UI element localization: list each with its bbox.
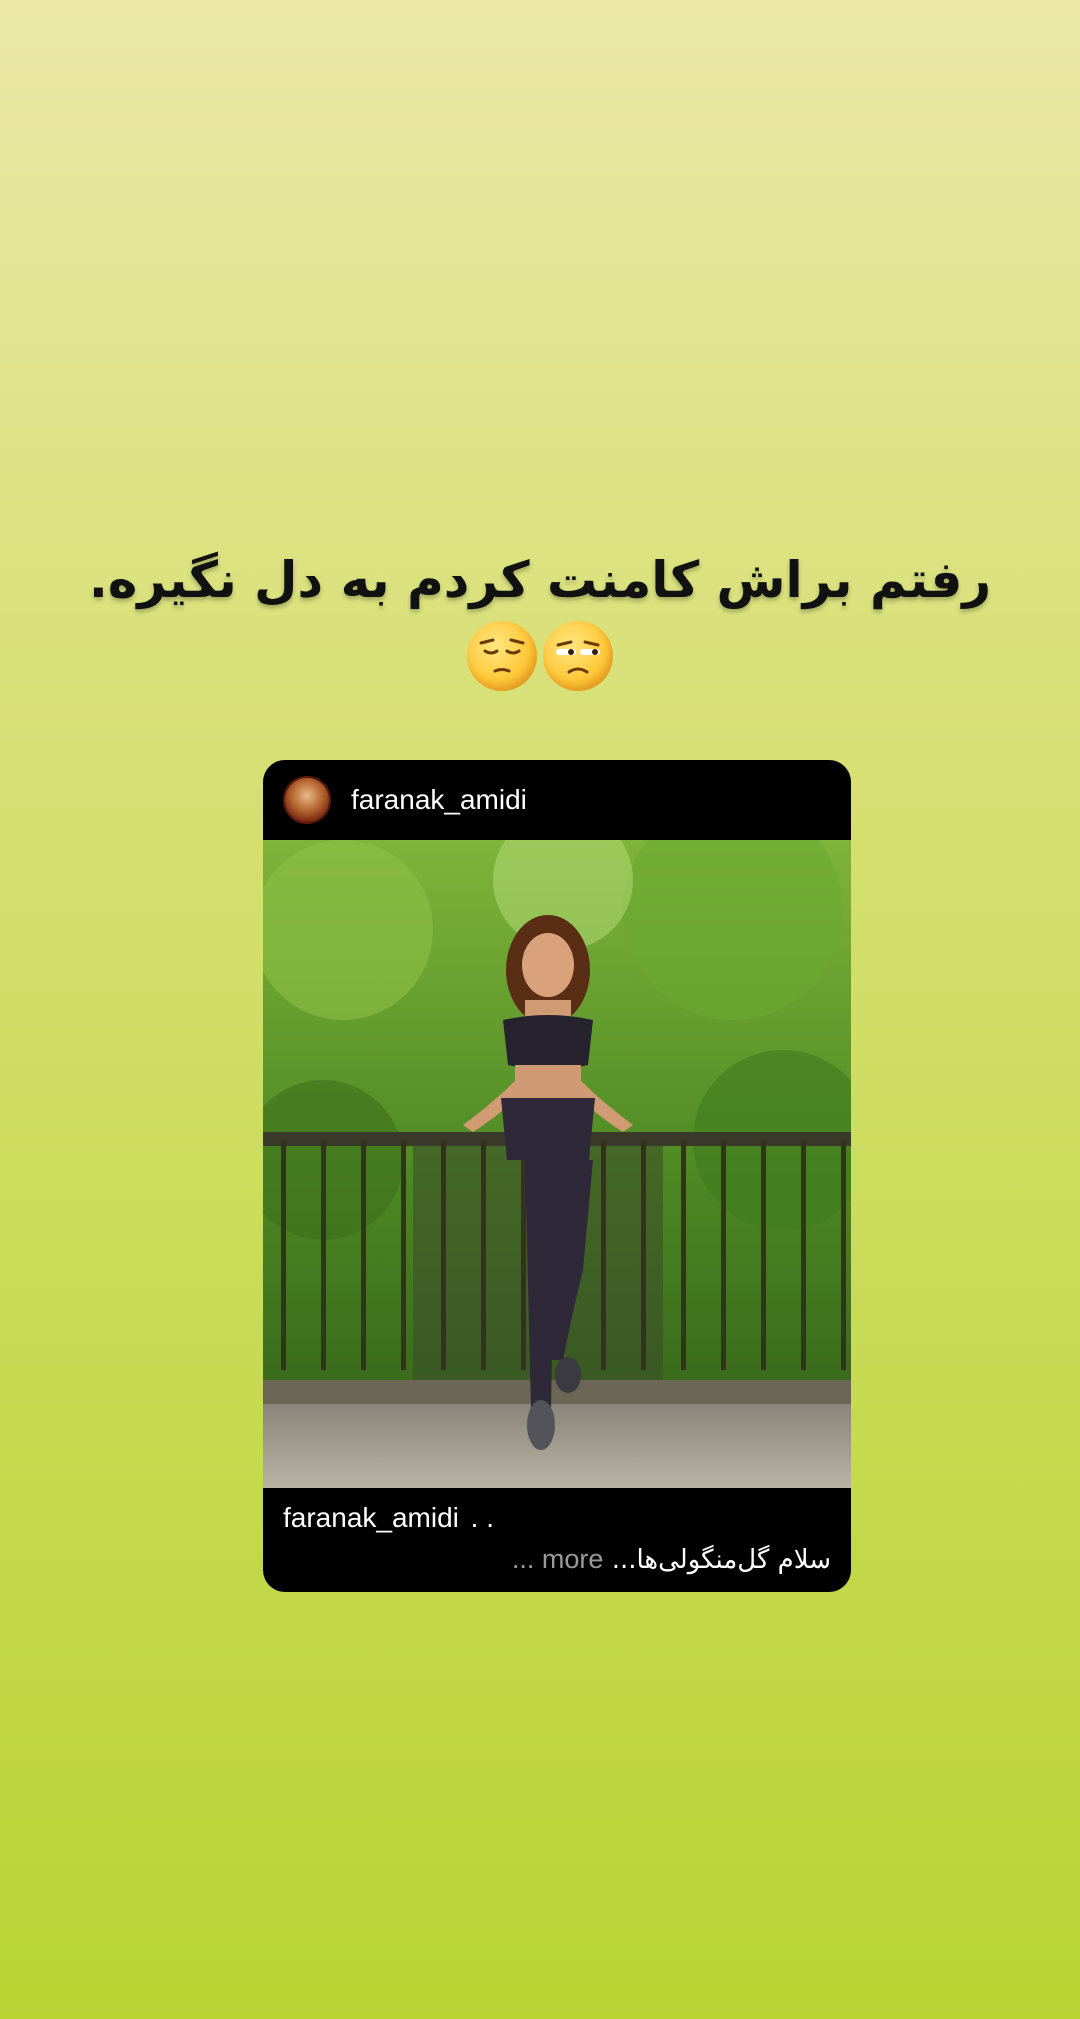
footer-username-line[interactable]: faranak_amidi . . — [283, 1502, 494, 1534]
footer-username[interactable]: faranak_amidi — [283, 1502, 459, 1533]
post-header[interactable]: faranak_amidi — [263, 760, 851, 840]
post-footer: faranak_amidi . . ... more سلام گل‌منگول… — [263, 1488, 851, 1592]
pensive-face-emoji — [467, 621, 537, 691]
post-caption: ... more سلام گل‌منگولی‌ها... — [512, 1544, 831, 1575]
caption-text: سلام گل‌منگولی‌ها... — [611, 1545, 831, 1575]
shared-post-card[interactable]: faranak_amidi faranak_amidi . . ... more… — [263, 760, 851, 1592]
unamused-face-emoji — [543, 621, 613, 691]
story-caption: رفتم براش کامنت کردم به دل نگیره. — [0, 545, 1080, 691]
more-link[interactable]: ... more — [512, 1544, 604, 1574]
footer-dots: . . — [470, 1502, 494, 1533]
emoji-row — [0, 621, 1080, 691]
avatar[interactable] — [283, 776, 331, 824]
post-photo[interactable] — [263, 840, 851, 1488]
caption-text: رفتم براش کامنت کردم به دل نگیره. — [88, 551, 992, 609]
post-username[interactable]: faranak_amidi — [351, 784, 527, 816]
